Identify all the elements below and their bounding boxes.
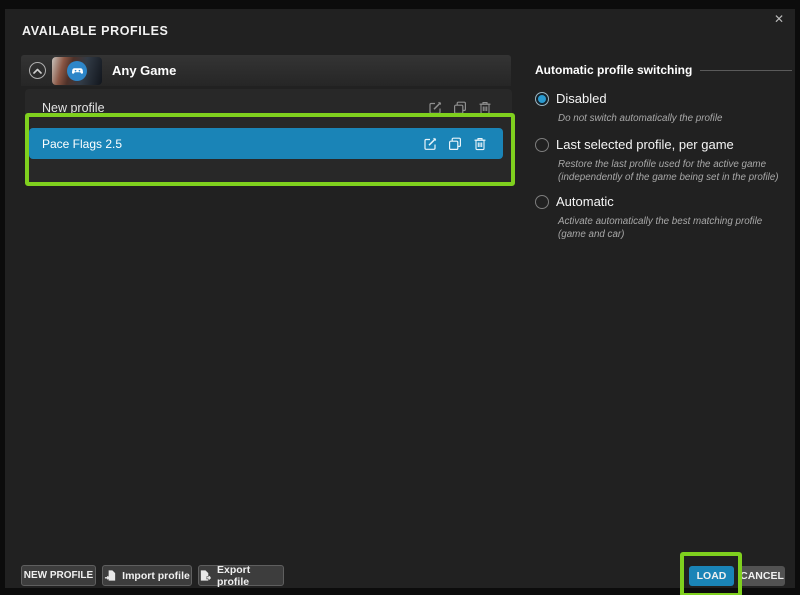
load-button[interactable]: LOAD: [689, 566, 734, 586]
option-label: Last selected profile, per game: [556, 137, 734, 152]
radio-row[interactable]: Automatic: [535, 194, 793, 209]
edit-profile-icon[interactable]: [428, 101, 442, 115]
game-group-label: Any Game: [112, 63, 176, 78]
profile-name: Pace Flags 2.5: [42, 137, 423, 151]
option-disabled: Disabled Do not switch automatically the…: [535, 91, 793, 126]
option-automatic: Automatic Activate automatically the bes…: [535, 194, 793, 241]
radio-disabled[interactable]: [535, 92, 549, 106]
switching-header: Automatic profile switching: [535, 63, 792, 77]
switching-title: Automatic profile switching: [535, 63, 692, 77]
button-label: LOAD: [697, 570, 727, 582]
game-thumbnail: [52, 57, 102, 85]
button-label: NEW PROFILE: [24, 570, 93, 581]
new-profile-button[interactable]: NEW PROFILE: [21, 565, 96, 586]
delete-profile-icon[interactable]: [478, 101, 492, 115]
option-description: Activate automatically the best matching…: [558, 216, 790, 241]
option-last-selected: Last selected profile, per game Restore …: [535, 137, 793, 184]
radio-row[interactable]: Disabled: [535, 91, 793, 106]
profile-row-new-profile[interactable]: New profile: [25, 89, 512, 127]
export-profile-button[interactable]: Export profile: [198, 565, 284, 586]
gamepad-icon: [67, 61, 87, 81]
copy-profile-icon[interactable]: [453, 101, 467, 115]
button-label: CANCEL: [740, 570, 784, 582]
button-label: Export profile: [217, 564, 283, 588]
collapse-chevron-icon[interactable]: [29, 62, 46, 79]
option-label: Disabled: [556, 91, 607, 106]
radio-row[interactable]: Last selected profile, per game: [535, 137, 793, 152]
row-actions: [423, 137, 487, 151]
option-label: Automatic: [556, 194, 614, 209]
close-icon[interactable]: ✕: [771, 11, 787, 27]
profile-row-pace-flags[interactable]: Pace Flags 2.5: [29, 128, 503, 159]
export-icon: [199, 569, 212, 582]
game-group-header[interactable]: Any Game: [21, 55, 511, 86]
dialog-title: AVAILABLE PROFILES: [22, 24, 168, 38]
option-description: Do not switch automatically the profile: [558, 113, 790, 126]
copy-profile-icon[interactable]: [448, 137, 462, 151]
button-label: Import profile: [122, 570, 190, 582]
profile-name: New profile: [42, 101, 428, 115]
radio-automatic[interactable]: [535, 195, 549, 209]
screenshot-stage: AVAILABLE PROFILES ✕ Any Game New profil…: [0, 0, 800, 595]
import-profile-button[interactable]: Import profile: [102, 565, 192, 586]
cancel-button[interactable]: CANCEL: [739, 566, 785, 586]
option-description: Restore the last profile used for the ac…: [558, 159, 790, 184]
header-divider: [700, 70, 792, 71]
available-profiles-dialog: AVAILABLE PROFILES ✕ Any Game New profil…: [5, 9, 795, 588]
delete-profile-icon[interactable]: [473, 137, 487, 151]
edit-profile-icon[interactable]: [423, 137, 437, 151]
profiles-list: New profile Pace Flags 2.5: [25, 89, 512, 186]
radio-last-selected[interactable]: [535, 138, 549, 152]
row-actions: [428, 101, 492, 115]
import-icon: [104, 569, 117, 582]
